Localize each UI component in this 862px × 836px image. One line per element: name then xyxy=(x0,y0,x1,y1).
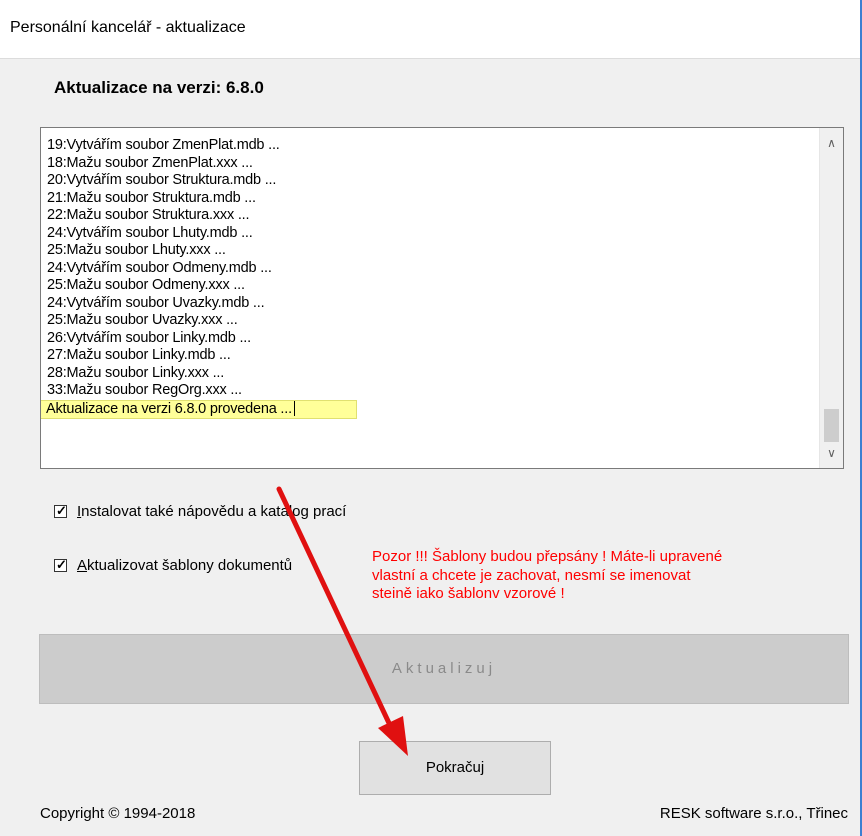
copyright-text: Copyright © 1994-2018 xyxy=(40,805,196,822)
log-line: 28:Mažu soubor Linky.xxx ... xyxy=(47,364,225,381)
update-log-box[interactable]: 19:Vytvářím soubor ZmenPlat.mdb ... 18:M… xyxy=(40,127,844,469)
checkmark-icon: ✓ xyxy=(56,503,67,518)
text-caret xyxy=(293,401,295,417)
log-line: 24:Vytvářím soubor Odmeny.mdb ... xyxy=(47,259,272,276)
install-help-label[interactable]: Instalovat také nápovědu a katalog prací xyxy=(77,503,346,520)
log-line: 25:Mažu soubor Uvazky.xxx ... xyxy=(47,312,238,328)
highlighted-text: Aktualizace na verzi 6.8.0 provedena ... xyxy=(46,400,292,417)
log-line: 19:Vytvářím soubor ZmenPlat.mdb ... xyxy=(47,137,280,153)
update-button[interactable]: Aktualizuj xyxy=(39,634,849,704)
install-help-checkbox[interactable]: ✓ xyxy=(54,503,67,518)
scroll-thumb[interactable] xyxy=(824,409,839,442)
company-text: RESK software s.r.o., Třinec xyxy=(659,805,848,822)
update-templates-option[interactable]: ✓ Aktualizovat šablony dokumentů xyxy=(54,557,292,574)
log-line: 24:Vytvářím soubor Lhuty.mdb ... xyxy=(47,224,253,241)
templates-overwrite-warning: Pozor !!! Šablony budou přepsány ! Máte-… xyxy=(372,548,723,602)
log-line: 25:Mažu soubor Odmeny.xxx ... xyxy=(47,277,245,293)
log-line: 24:Vytvářím soubor Uvazky.mdb ... xyxy=(47,294,265,311)
log-line: 18:Mažu soubor ZmenPlat.xxx ... xyxy=(47,154,253,171)
continue-button[interactable]: Pokračuj xyxy=(359,741,551,795)
window-title: Personální kancelář - aktualizace xyxy=(10,19,246,36)
log-line: 27:Mažu soubor Linky.mdb ... xyxy=(47,347,231,363)
update-templates-label[interactable]: Aktualizovat šablony dokumentů xyxy=(77,557,292,574)
scroll-up-icon[interactable]: ∧ xyxy=(820,132,843,154)
window-titlebar: Personální kancelář - aktualizace xyxy=(0,0,862,59)
log-line: 22:Mažu soubor Struktura.xxx ... xyxy=(47,207,250,223)
log-line: 21:Mažu soubor Struktura.mdb ... xyxy=(47,189,256,206)
log-line: 26:Vytvářím soubor Linky.mdb ... xyxy=(47,329,251,346)
vertical-scrollbar[interactable]: ∧ ∨ xyxy=(819,128,843,468)
install-help-option[interactable]: ✓ Instalovat také nápovědu a katalog pra… xyxy=(54,503,346,520)
scroll-down-icon[interactable]: ∨ xyxy=(820,442,843,464)
update-version-heading: Aktualizace na verzi: 6.8.0 xyxy=(54,78,264,97)
log-line-highlighted: Aktualizace na verzi 6.8.0 provedena ... xyxy=(41,399,357,419)
log-line: 25:Mažu soubor Lhuty.xxx ... xyxy=(47,242,226,258)
checkmark-icon: ✓ xyxy=(56,557,67,572)
log-line: 33:Mažu soubor RegOrg.xxx ... xyxy=(47,382,242,398)
log-lines: 19:Vytvářím soubor ZmenPlat.mdb ... 18:M… xyxy=(41,137,357,419)
update-templates-checkbox[interactable]: ✓ xyxy=(54,557,67,572)
log-line: 20:Vytvářím soubor Struktura.mdb ... xyxy=(47,172,277,188)
